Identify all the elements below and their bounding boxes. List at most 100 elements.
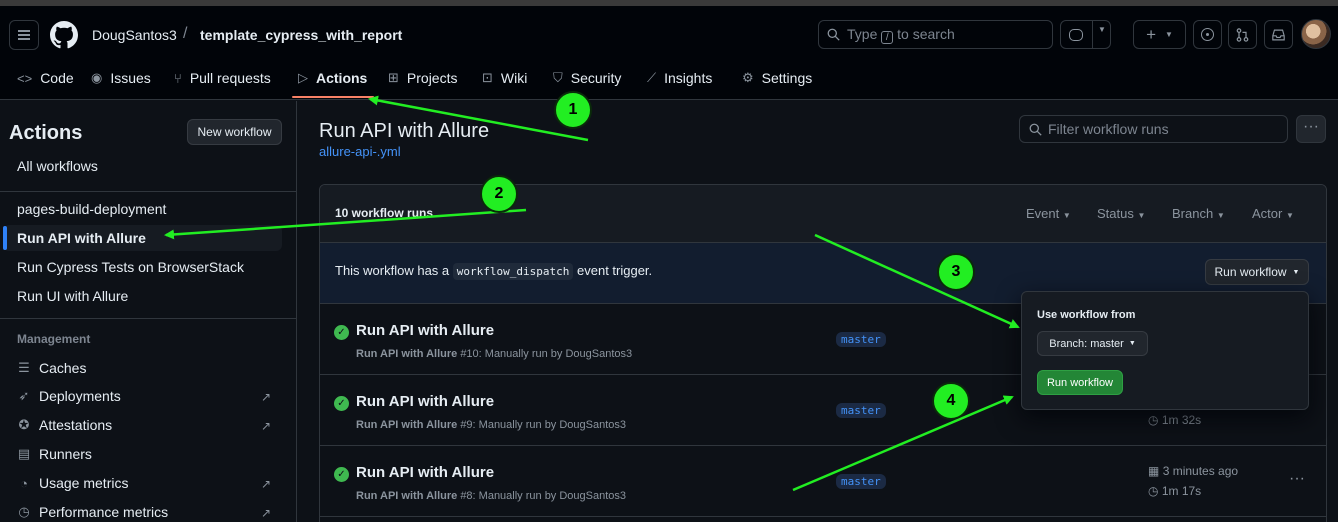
sidebar-heading-management: Management	[17, 332, 91, 346]
run-workflow-submit-button[interactable]: Run workflow	[1037, 370, 1123, 395]
chevron-down-icon: ▼	[1165, 30, 1173, 39]
tab-insights[interactable]: ⟋ Insights	[647, 67, 712, 89]
run-duration: ◷ 1m 17s	[1148, 484, 1201, 498]
global-search-input[interactable]: Type / to search	[818, 20, 1053, 49]
graph-icon: ⟋	[647, 70, 657, 85]
breadcrumb-owner[interactable]: DougSantos3	[92, 27, 177, 43]
sidebar-title: Actions	[9, 122, 83, 144]
issue-icon	[1201, 28, 1214, 41]
tab-label: Settings	[761, 70, 813, 86]
tab-pull-requests[interactable]: ⑂ Pull requests	[174, 67, 271, 89]
run-workflow-name: Run API with Allure	[356, 419, 458, 431]
sidebar-item-runners[interactable]: ▤ Runners	[16, 446, 92, 462]
pull-request-icon	[1236, 27, 1249, 42]
tab-actions[interactable]: ▷ Actions	[298, 67, 367, 89]
more-options-button[interactable]: ···	[1296, 115, 1326, 143]
copilot-button[interactable]: ▼	[1060, 20, 1111, 49]
run-subtitle: Run API with Allure #10: Manually run by…	[356, 348, 632, 360]
tab-label: Projects	[406, 70, 458, 86]
tab-label: Actions	[316, 70, 368, 86]
caret-down-icon: ▼	[1062, 211, 1071, 220]
sidebar-item-performance-metrics[interactable]: ◷ Performance metrics	[16, 504, 168, 520]
sidebar-item-label: Deployments	[39, 388, 121, 404]
row-menu-button[interactable]: ···	[1289, 470, 1305, 488]
issues-button[interactable]	[1193, 20, 1222, 49]
filter-actor-dropdown[interactable]: Actor ▼	[1252, 206, 1294, 221]
page-title: Run API with Allure	[319, 120, 490, 142]
dispatch-text-after: event trigger.	[577, 263, 653, 278]
runs-count: 10 workflow runs	[335, 206, 434, 220]
create-new-button[interactable]: + ▼	[1133, 20, 1186, 49]
branch-badge[interactable]: master	[836, 474, 886, 489]
filter-branch-dropdown[interactable]: Branch ▼	[1172, 206, 1225, 221]
sidebar-item-all-workflows[interactable]: All workflows	[17, 158, 98, 174]
external-link-icon: ↗	[261, 419, 272, 433]
tab-label: Insights	[664, 70, 713, 86]
run-workflow-name: Run API with Allure	[356, 348, 458, 360]
actions-sidebar: Actions New workflow All workflows pages…	[0, 101, 297, 522]
branch-badge[interactable]: master	[836, 332, 886, 347]
search-icon	[1029, 123, 1042, 136]
sidebar-item-label: Attestations	[39, 417, 113, 433]
filter-status-dropdown[interactable]: Status ▼	[1097, 206, 1145, 221]
branch-select-button[interactable]: Branch: master ▼	[1037, 331, 1148, 356]
tab-settings[interactable]: ⚙ Settings	[742, 67, 812, 89]
tab-security[interactable]: ⛉ Security	[553, 67, 621, 89]
pull-request-icon: ⑂	[174, 70, 182, 86]
filter-placeholder: Filter workflow runs	[1048, 121, 1169, 137]
sidebar-item-workflow[interactable]: Run UI with Allure	[17, 288, 128, 304]
sidebar-item-caches[interactable]: ☰ Caches	[16, 360, 86, 376]
sidebar-divider	[0, 191, 296, 192]
new-workflow-button[interactable]: New workflow	[187, 119, 282, 145]
copilot-icon	[1069, 28, 1083, 41]
workflow-file-link[interactable]: allure-api-.yml	[319, 144, 401, 159]
filter-event-dropdown[interactable]: Event ▼	[1026, 206, 1071, 221]
hamburger-menu-button[interactable]	[9, 20, 39, 50]
branch-badge[interactable]: master	[836, 403, 886, 418]
inbox-button[interactable]	[1264, 20, 1293, 49]
server-icon: ▤	[17, 446, 31, 461]
tab-projects[interactable]: ⊞ Projects	[388, 67, 457, 89]
button-label: Run workflow	[1214, 265, 1287, 279]
code-icon: <>	[17, 70, 33, 86]
run-title[interactable]: Run API with Allure	[356, 322, 494, 339]
avatar[interactable]	[1301, 19, 1331, 49]
tab-wiki[interactable]: ⊡ Wiki	[482, 67, 527, 89]
run-title[interactable]: Run API with Allure	[356, 464, 494, 481]
sidebar-item-workflow-selected[interactable]: Run API with Allure	[17, 230, 146, 246]
table-icon: ⊞	[388, 70, 399, 85]
time-ago-text: 3 minutes ago	[1162, 464, 1239, 478]
tab-label: Pull requests	[189, 70, 271, 86]
run-time-ago: ▦ 3 minutes ago	[1148, 464, 1238, 478]
sidebar-item-workflow[interactable]: pages-build-deployment	[17, 201, 166, 217]
sidebar-item-workflow[interactable]: Run Cypress Tests on BrowserStack	[17, 259, 244, 275]
meter-icon: ◔	[20, 475, 28, 491]
check-circle-icon: ✓	[334, 325, 349, 340]
pull-requests-button[interactable]	[1228, 20, 1257, 49]
table-row[interactable]: ✓ Run API with Allure Run API with Allur…	[320, 446, 1326, 517]
filter-workflow-runs-input[interactable]: Filter workflow runs	[1019, 115, 1288, 143]
annotation-badge: 2	[480, 175, 518, 213]
sidebar-item-deployments[interactable]: ➶ Deployments	[16, 388, 121, 404]
sidebar-item-label: Performance metrics	[39, 504, 169, 520]
tab-issues[interactable]: ◉ Issues	[91, 67, 151, 89]
cache-icon: ☰	[18, 360, 30, 375]
plus-icon: +	[1146, 24, 1156, 44]
external-link-icon: ↗	[261, 506, 272, 520]
run-title[interactable]: Run API with Allure	[356, 393, 494, 410]
sidebar-item-attestations[interactable]: ✪ Attestations	[16, 417, 113, 433]
caret-down-icon: ▼	[1285, 211, 1294, 220]
caret-down-icon: ▼	[1216, 211, 1225, 220]
duration-text: 1m 17s	[1161, 484, 1202, 498]
run-workflow-popover: Use workflow from Branch: master ▼ Run w…	[1021, 291, 1309, 410]
run-workflow-name: Run API with Allure	[356, 490, 458, 502]
github-logo-icon[interactable]	[50, 21, 78, 49]
tab-code[interactable]: <> Code	[17, 67, 74, 89]
check-circle-icon: ✓	[334, 467, 349, 482]
annotation-badge: 3	[937, 253, 975, 291]
run-workflow-dropdown-button[interactable]: Run workflow ▼	[1205, 259, 1309, 285]
breadcrumb-repo[interactable]: template_cypress_with_report	[200, 27, 402, 43]
kebab-horizontal-icon: ···	[1303, 118, 1319, 135]
sidebar-item-usage-metrics[interactable]: ◔ Usage metrics	[16, 475, 128, 491]
kebab-horizontal-icon: ···	[1289, 470, 1305, 487]
